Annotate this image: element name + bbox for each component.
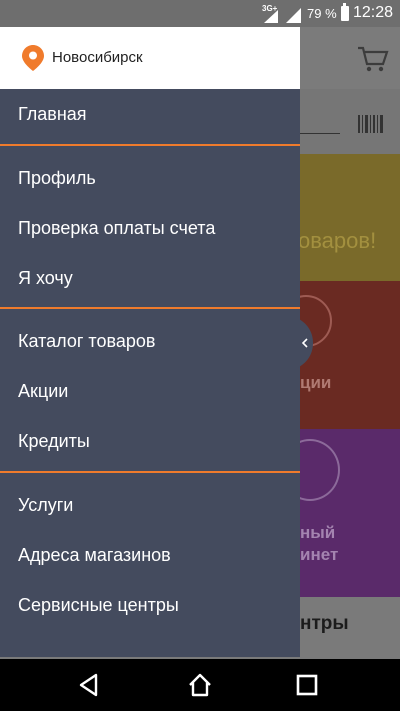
city-name: Новосибирск (52, 49, 143, 66)
tile-label: нтры (300, 613, 349, 634)
tile-label-line: ный (300, 523, 336, 542)
search-input[interactable] (300, 133, 340, 134)
tile-label: оваров! (298, 228, 377, 253)
tile-label-line: инет (300, 545, 339, 564)
menu-divider (0, 307, 300, 309)
menu-item-store-addresses[interactable]: Адреса магазинов (0, 530, 300, 580)
menu-item-profile[interactable]: Профиль (0, 153, 300, 203)
cart-icon[interactable] (357, 45, 389, 73)
menu-item-catalog[interactable]: Каталог товаров (0, 316, 300, 366)
menu-item-home[interactable]: Главная (0, 89, 300, 139)
battery-icon (341, 3, 349, 21)
city-selector[interactable]: Новосибирск (0, 27, 300, 89)
home-icon[interactable] (187, 672, 213, 698)
location-pin-icon (22, 45, 44, 71)
menu-item-services[interactable]: Услуги (0, 480, 300, 530)
menu-item-wishlist[interactable]: Я хочу (0, 253, 300, 303)
menu-item-credits[interactable]: Кредиты (0, 416, 300, 466)
back-icon[interactable] (76, 672, 102, 698)
menu-divider (0, 144, 300, 146)
system-navigation-bar (0, 659, 400, 711)
menu-item-service-centers[interactable]: Сервисные центры (0, 580, 300, 630)
menu-item-payment-check[interactable]: Проверка оплаты счета (0, 203, 300, 253)
tile-label: ный инет (300, 522, 390, 566)
navigation-drawer: Новосибирск Главная Профиль Проверка опл… (0, 27, 300, 657)
menu-item-promotions[interactable]: Акции (0, 366, 300, 416)
menu-divider (0, 471, 300, 473)
tile-label: ции (300, 373, 332, 392)
signal-icon (264, 10, 278, 23)
status-bar: 3G+ 79 % 12:28 (0, 0, 400, 27)
chevron-left-icon[interactable] (297, 318, 315, 368)
clock: 12:28 (353, 4, 394, 21)
barcode-icon[interactable] (358, 115, 384, 133)
battery-percent: 79 % (307, 6, 337, 21)
signal-icon (286, 8, 301, 23)
recents-icon[interactable] (294, 672, 320, 698)
